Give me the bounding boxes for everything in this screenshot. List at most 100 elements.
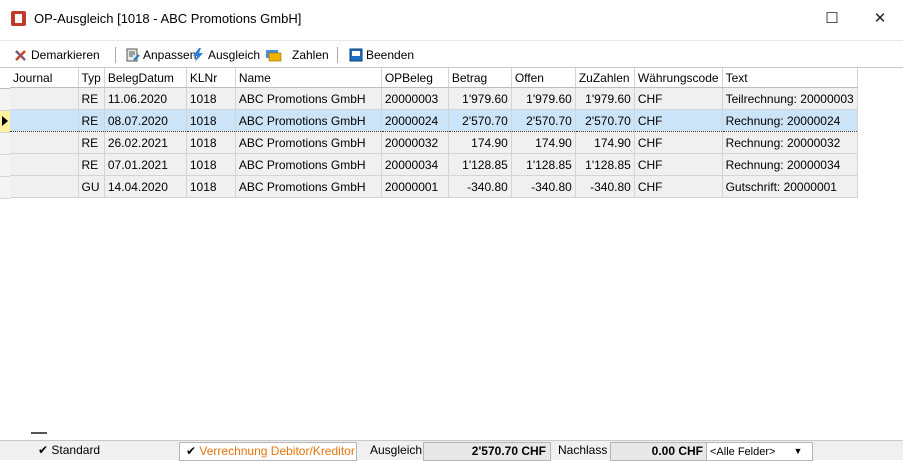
cell-waehrungscode[interactable]: CHF [634, 153, 723, 176]
cell-offen[interactable]: -340.80 [511, 175, 576, 198]
cell-belegdatum[interactable]: 26.02.2021 [104, 131, 187, 154]
cell-belegdatum[interactable]: 07.01.2021 [104, 153, 187, 176]
ausgleich-label: Ausgleich [208, 48, 261, 62]
cell-journal[interactable] [10, 175, 79, 198]
cell-betrag[interactable]: 174.90 [448, 131, 512, 154]
cell-belegdatum[interactable]: 11.06.2020 [104, 87, 187, 110]
cell-text[interactable]: Teilrechnung: 20000003 [722, 87, 858, 110]
cell-zuzahlen[interactable]: 1'979.60 [575, 87, 635, 110]
row-indicator-header [0, 68, 10, 89]
table-header-row: Journal Typ BelegDatum KLNr Name OPBeleg… [10, 68, 858, 88]
current-row-indicator[interactable] [0, 111, 10, 133]
verrechnung-label: Verrechnung Debitor/Kreditor [199, 444, 355, 458]
cell-klnr[interactable]: 1018 [186, 153, 236, 176]
lightning-icon [191, 48, 205, 62]
table-row[interactable]: GU 14.04.2020 1018 ABC Promotions GmbH 2… [10, 175, 858, 198]
table-row[interactable]: RE 11.06.2020 1018 ABC Promotions GmbH 2… [10, 87, 858, 110]
exit-door-icon [349, 48, 363, 62]
cell-klnr[interactable]: 1018 [186, 109, 236, 132]
title-bar: OP-Ausgleich [1018 - ABC Promotions GmbH… [0, 0, 903, 41]
row-indicator[interactable] [0, 133, 10, 155]
col-header-klnr[interactable]: KLNr [186, 68, 236, 88]
cell-offen[interactable]: 2'570.70 [511, 109, 576, 132]
row-indicator[interactable] [0, 177, 10, 199]
cell-betrag[interactable]: 2'570.70 [448, 109, 512, 132]
cell-typ[interactable]: RE [78, 131, 105, 154]
cell-typ[interactable]: RE [78, 109, 105, 132]
cell-typ[interactable]: RE [78, 87, 105, 110]
zahlen-button[interactable]: Zahlen [265, 46, 329, 64]
cell-name[interactable]: ABC Promotions GmbH [235, 109, 382, 132]
field-filter-dropdown[interactable]: <Alle Felder> ▼ [706, 442, 813, 461]
maximize-button[interactable]: ☐ [812, 6, 852, 32]
table-row-selected[interactable]: RE 08.07.2020 1018 ABC Promotions GmbH 2… [10, 109, 858, 132]
anpassen-label: Anpassen [143, 48, 197, 62]
cell-waehrungscode[interactable]: CHF [634, 87, 723, 110]
beenden-button[interactable]: Beenden [349, 46, 414, 64]
toolbar-separator [115, 47, 116, 63]
cell-zuzahlen[interactable]: 2'570.70 [575, 109, 635, 132]
col-header-offen[interactable]: Offen [511, 68, 576, 88]
cell-name[interactable]: ABC Promotions GmbH [235, 175, 382, 198]
cell-text[interactable]: Rechnung: 20000034 [722, 153, 858, 176]
standard-toggle[interactable]: ✔ Standard [38, 441, 100, 460]
cell-typ[interactable]: RE [78, 153, 105, 176]
table-row[interactable]: RE 07.01.2021 1018 ABC Promotions GmbH 2… [10, 153, 858, 176]
demarkieren-button[interactable]: Demarkieren [14, 46, 100, 64]
cell-waehrungscode[interactable]: CHF [634, 175, 723, 198]
cell-opbeleg[interactable]: 20000032 [381, 131, 449, 154]
cell-waehrungscode[interactable]: CHF [634, 109, 723, 132]
cell-text[interactable]: Rechnung: 20000032 [722, 131, 858, 154]
close-button[interactable]: ✕ [860, 6, 900, 32]
row-indicator[interactable] [0, 155, 10, 177]
anpassen-button[interactable]: Anpassen [126, 46, 196, 64]
col-header-journal[interactable]: Journal [10, 68, 79, 88]
cell-text[interactable]: Gutschrift: 20000001 [722, 175, 858, 198]
cell-opbeleg[interactable]: 20000003 [381, 87, 449, 110]
col-header-betrag[interactable]: Betrag [448, 68, 512, 88]
cell-belegdatum[interactable]: 14.04.2020 [104, 175, 187, 198]
cell-betrag[interactable]: 1'128.85 [448, 153, 512, 176]
cell-journal[interactable] [10, 153, 79, 176]
cell-zuzahlen[interactable]: -340.80 [575, 175, 635, 198]
cell-opbeleg[interactable]: 20000034 [381, 153, 449, 176]
ausgleich-button[interactable]: Ausgleich [191, 46, 260, 64]
cell-zuzahlen[interactable]: 174.90 [575, 131, 635, 154]
cell-name[interactable]: ABC Promotions GmbH [235, 87, 382, 110]
op-table: Journal Typ BelegDatum KLNr Name OPBeleg… [10, 68, 858, 198]
col-header-name[interactable]: Name [235, 68, 382, 88]
col-header-opbeleg[interactable]: OPBeleg [381, 68, 449, 88]
cell-betrag[interactable]: 1'979.60 [448, 87, 512, 110]
cell-offen[interactable]: 174.90 [511, 131, 576, 154]
cell-text[interactable]: Rechnung: 20000024 [722, 109, 858, 132]
zahlen-label: Zahlen [292, 48, 329, 62]
cell-offen[interactable]: 1'128.85 [511, 153, 576, 176]
chevron-down-icon[interactable]: ▼ [791, 443, 805, 460]
cell-opbeleg[interactable]: 20000024 [381, 109, 449, 132]
verrechnung-toggle[interactable]: ✔ Verrechnung Debitor/Kreditor [179, 442, 357, 461]
row-indicator[interactable] [0, 89, 10, 111]
cell-journal[interactable] [10, 87, 79, 110]
col-header-typ[interactable]: Typ [78, 68, 105, 88]
table-row[interactable]: RE 26.02.2021 1018 ABC Promotions GmbH 2… [10, 131, 858, 154]
col-header-waehrungscode[interactable]: Währungscode [634, 68, 723, 88]
cell-belegdatum[interactable]: 08.07.2020 [104, 109, 187, 132]
col-header-zuzahlen[interactable]: ZuZahlen [575, 68, 635, 88]
cell-typ[interactable]: GU [78, 175, 105, 198]
ausgleich-amount: 2'570.70 CHF [423, 442, 551, 461]
cell-betrag[interactable]: -340.80 [448, 175, 512, 198]
cell-offen[interactable]: 1'979.60 [511, 87, 576, 110]
cell-zuzahlen[interactable]: 1'128.85 [575, 153, 635, 176]
cell-journal[interactable] [10, 131, 79, 154]
col-header-belegdatum[interactable]: BelegDatum [104, 68, 187, 88]
cell-klnr[interactable]: 1018 [186, 175, 236, 198]
cell-opbeleg[interactable]: 20000001 [381, 175, 449, 198]
cell-name[interactable]: ABC Promotions GmbH [235, 153, 382, 176]
cell-waehrungscode[interactable]: CHF [634, 131, 723, 154]
cell-journal[interactable] [10, 109, 79, 132]
col-header-text[interactable]: Text [722, 68, 858, 88]
scroll-indicator[interactable] [31, 432, 47, 434]
cell-klnr[interactable]: 1018 [186, 87, 236, 110]
cell-name[interactable]: ABC Promotions GmbH [235, 131, 382, 154]
cell-klnr[interactable]: 1018 [186, 131, 236, 154]
